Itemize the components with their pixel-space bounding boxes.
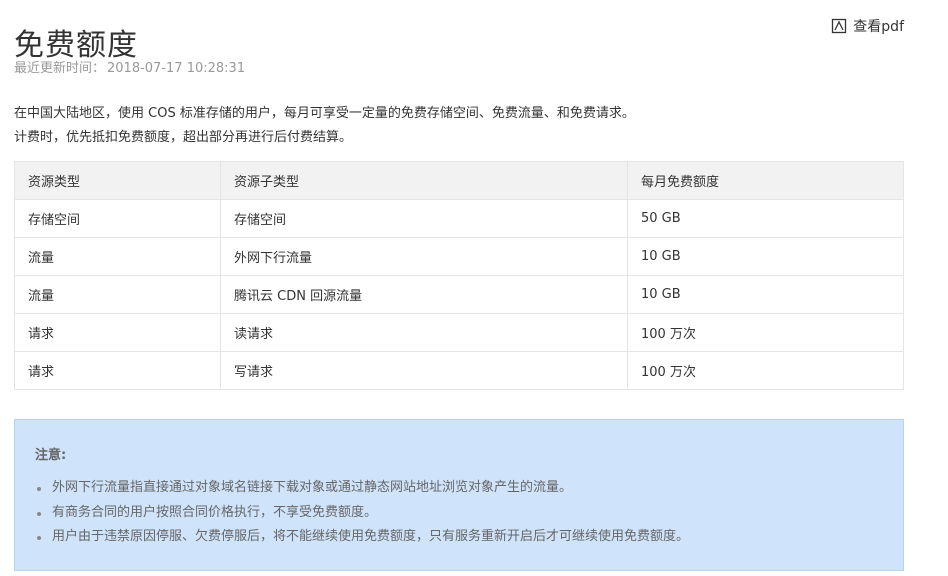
cell-monthly-quota: 100 万次 xyxy=(627,313,904,352)
cell-resource-subtype: 读请求 xyxy=(220,313,628,352)
view-pdf-label: 查看pdf xyxy=(853,19,904,35)
cell-monthly-quota: 10 GB xyxy=(627,237,904,276)
cell-resource-type: 存储空间 xyxy=(14,199,221,238)
cell-resource-subtype: 腾讯云 CDN 回源流量 xyxy=(220,275,628,314)
table-header-row: 资源类型 资源子类型 每月免费额度 xyxy=(14,161,904,200)
cell-resource-type: 请求 xyxy=(14,351,221,390)
free-quota-table: 资源类型 资源子类型 每月免费额度 存储空间 存储空间 50 GB 流量 外网下… xyxy=(14,161,904,390)
last-updated-label: 最近更新时间： xyxy=(14,61,106,76)
cell-resource-type: 流量 xyxy=(14,275,221,314)
cell-monthly-quota: 100 万次 xyxy=(627,351,904,390)
table-row: 请求 写请求 100 万次 xyxy=(14,351,904,390)
cell-resource-type: 流量 xyxy=(14,237,221,276)
intro-line: 计费时，优先抵扣免费额度，超出部分再进行后付费结算。 xyxy=(14,130,353,145)
column-header-monthly-quota: 每月免费额度 xyxy=(627,161,904,200)
notice-box: 注意: 外网下行流量指直接通过对象域名链接下载对象或通过静态网站地址浏览对象产生… xyxy=(14,419,904,571)
pdf-view-icon xyxy=(831,18,847,34)
table-row: 流量 腾讯云 CDN 回源流量 10 GB xyxy=(14,275,904,314)
column-header-resource-type: 资源类型 xyxy=(14,161,221,200)
table-row: 存储空间 存储空间 50 GB xyxy=(14,199,904,238)
intro-line: 在中国大陆地区，使用 COS 标准存储的用户，每月可享受一定量的免费存储空间、免… xyxy=(14,106,635,121)
cell-resource-subtype: 外网下行流量 xyxy=(220,237,628,276)
cell-monthly-quota: 10 GB xyxy=(627,275,904,314)
table-row: 请求 读请求 100 万次 xyxy=(14,313,904,352)
cell-resource-subtype: 存储空间 xyxy=(220,199,628,238)
notice-title: 注意: xyxy=(35,448,67,463)
cell-monthly-quota: 50 GB xyxy=(627,199,904,238)
notice-list: 外网下行流量指直接通过对象域名链接下载对象或通过静态网站地址浏览对象产生的流量。… xyxy=(35,476,689,550)
list-item: 用户由于违禁原因停服、欠费停服后，将不能继续使用免费额度，只有服务重新开启后才可… xyxy=(35,525,689,550)
cell-resource-type: 请求 xyxy=(14,313,221,352)
view-pdf-link[interactable]: 查看pdf xyxy=(831,16,904,36)
list-item: 外网下行流量指直接通过对象域名链接下载对象或通过静态网站地址浏览对象产生的流量。 xyxy=(35,476,689,501)
last-updated-value: 2018-07-17 10:28:31 xyxy=(107,61,246,76)
list-item: 有商务合同的用户按照合同价格执行，不享受免费额度。 xyxy=(35,501,689,526)
cell-resource-subtype: 写请求 xyxy=(220,351,628,390)
column-header-resource-subtype: 资源子类型 xyxy=(220,161,628,200)
intro-paragraph: 在中国大陆地区，使用 COS 标准存储的用户，每月可享受一定量的免费存储空间、免… xyxy=(14,102,635,150)
table-row: 流量 外网下行流量 10 GB xyxy=(14,237,904,276)
last-updated: 最近更新时间： 2018-07-17 10:28:31 xyxy=(14,60,245,78)
